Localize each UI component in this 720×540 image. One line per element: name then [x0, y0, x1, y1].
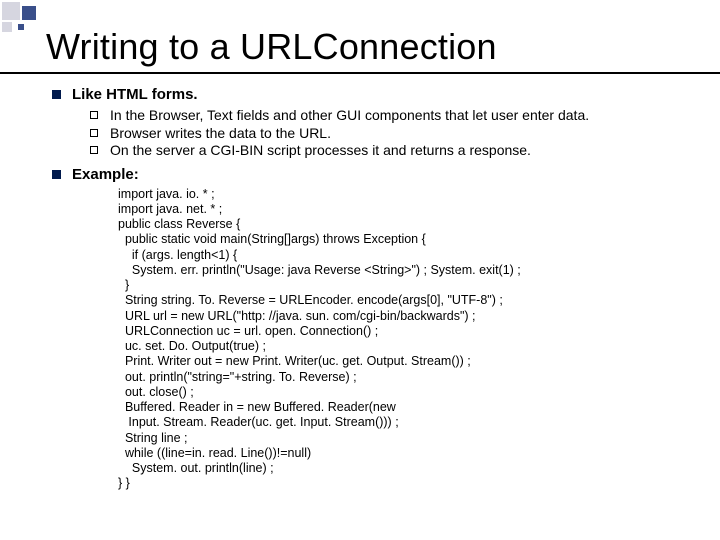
bullet-example: Example:: [50, 166, 700, 183]
sub-bullet: Browser writes the data to the URL.: [90, 125, 700, 143]
slide-content: Like HTML forms. In the Browser, Text fi…: [50, 86, 700, 492]
deco-square: [18, 24, 24, 30]
sub-bullet: On the server a CGI-BIN script processes…: [90, 142, 700, 160]
page-title: Writing to a URLConnection: [46, 26, 497, 68]
deco-square: [2, 2, 20, 20]
sub-bullet: In the Browser, Text fields and other GU…: [90, 107, 700, 125]
deco-square: [22, 6, 36, 20]
bullet-like-html-forms: Like HTML forms.: [50, 86, 700, 103]
title-underline: [0, 72, 720, 74]
code-block: import java. io. * ; import java. net. *…: [118, 187, 700, 492]
slide: Writing to a URLConnection Like HTML for…: [0, 0, 720, 540]
deco-square: [2, 22, 12, 32]
sub-bullet-list: In the Browser, Text fields and other GU…: [50, 107, 700, 160]
